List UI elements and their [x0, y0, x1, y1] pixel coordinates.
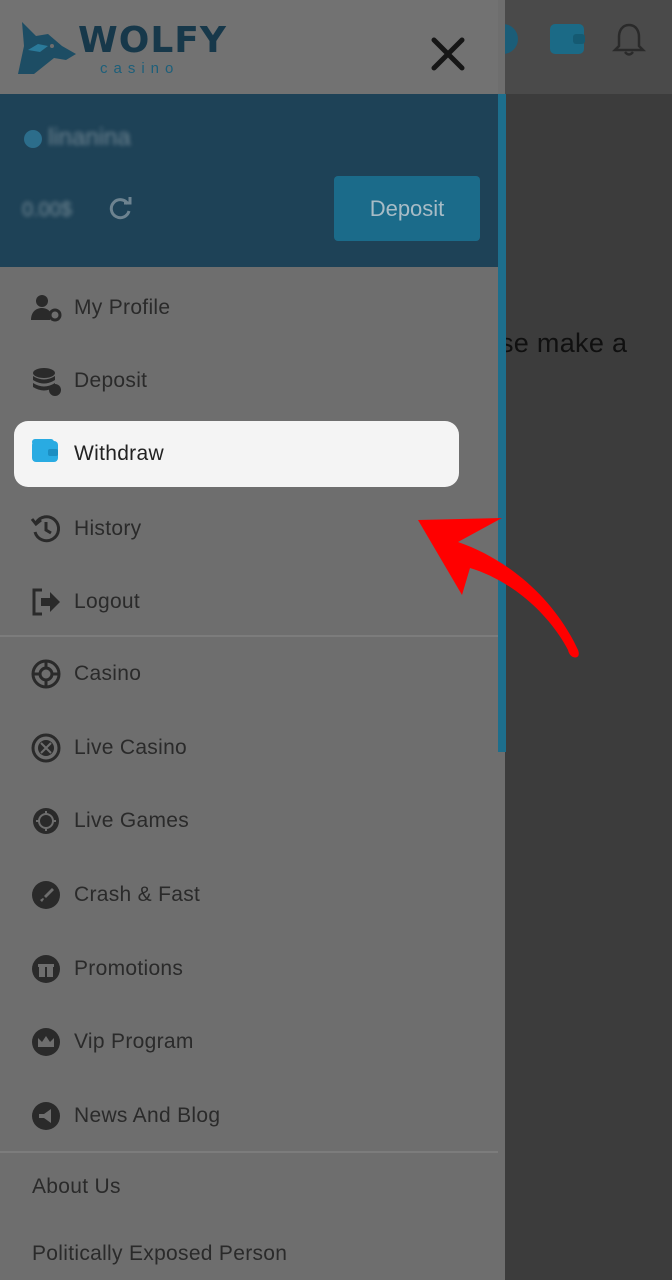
menu-item-vip-program[interactable]: Vip Program: [0, 1005, 498, 1078]
casino-chip-icon: [31, 659, 61, 688]
history-icon: [30, 514, 61, 542]
link-about-us[interactable]: About Us: [32, 1175, 121, 1199]
menu-item-label: Deposit: [74, 368, 148, 392]
menu-item-promotions[interactable]: Promotions: [0, 932, 498, 1005]
logo-wordmark: WOLFY: [78, 20, 227, 61]
menu-item-label: Crash & Fast: [74, 882, 201, 906]
logo-subtitle: casino: [100, 60, 180, 77]
deposit-button[interactable]: Deposit: [334, 176, 480, 241]
background-message-text: se make a: [500, 328, 628, 358]
wallet-icon: [32, 439, 58, 462]
drawer-header: WOLFY casino: [0, 0, 498, 94]
menu-item-label: Logout: [74, 589, 141, 613]
logout-icon: [32, 588, 60, 615]
bell-icon[interactable]: [612, 22, 646, 58]
wallet-icon[interactable]: [550, 24, 585, 54]
wolf-logo-icon: [18, 22, 76, 74]
roulette-icon: [31, 733, 61, 762]
crown-icon: [32, 1027, 60, 1056]
menu-item-label: History: [74, 516, 142, 540]
menu-item-live-games[interactable]: Live Games: [0, 784, 498, 857]
menu-item-crash-fast[interactable]: Crash & Fast: [0, 858, 498, 931]
refresh-icon[interactable]: [106, 194, 134, 222]
balance-amount: 0.00$: [22, 199, 73, 221]
username: linanina: [48, 124, 131, 151]
link-politically-exposed-person[interactable]: Politically Exposed Person: [32, 1242, 287, 1266]
menu-item-withdraw[interactable]: Withdraw: [14, 421, 459, 487]
menu-item-my-profile[interactable]: My Profile: [0, 271, 498, 344]
live-games-icon: [33, 807, 59, 834]
menu-item-label: My Profile: [74, 295, 171, 319]
user-status-dot: [24, 130, 42, 148]
menu-divider: [0, 1151, 498, 1153]
menu-item-label: Live Games: [74, 808, 190, 832]
menu-item-label: News And Blog: [74, 1103, 221, 1127]
wolfy-casino-logo[interactable]: WOLFY casino: [14, 14, 227, 80]
menu-item-news-and-blog[interactable]: News And Blog: [0, 1079, 498, 1152]
close-icon[interactable]: [424, 30, 472, 78]
menu-item-label: Live Casino: [74, 735, 188, 759]
pointer-arrow-icon: [418, 518, 579, 658]
menu-item-label: Withdraw: [74, 442, 164, 465]
menu-item-label: Vip Program: [74, 1029, 194, 1053]
gift-icon: [32, 954, 60, 983]
coins-icon: [33, 367, 61, 396]
menu-item-label: Promotions: [74, 956, 184, 980]
megaphone-icon: [32, 1101, 60, 1130]
user-panel: linanina 0.00$ Deposit: [0, 94, 498, 267]
user-gear-icon: [31, 294, 62, 321]
menu-item-live-casino[interactable]: Live Casino: [0, 711, 498, 784]
menu-item-label: Casino: [74, 661, 142, 685]
menu-item-deposit[interactable]: Deposit: [0, 344, 498, 417]
rocket-icon: [32, 880, 60, 909]
